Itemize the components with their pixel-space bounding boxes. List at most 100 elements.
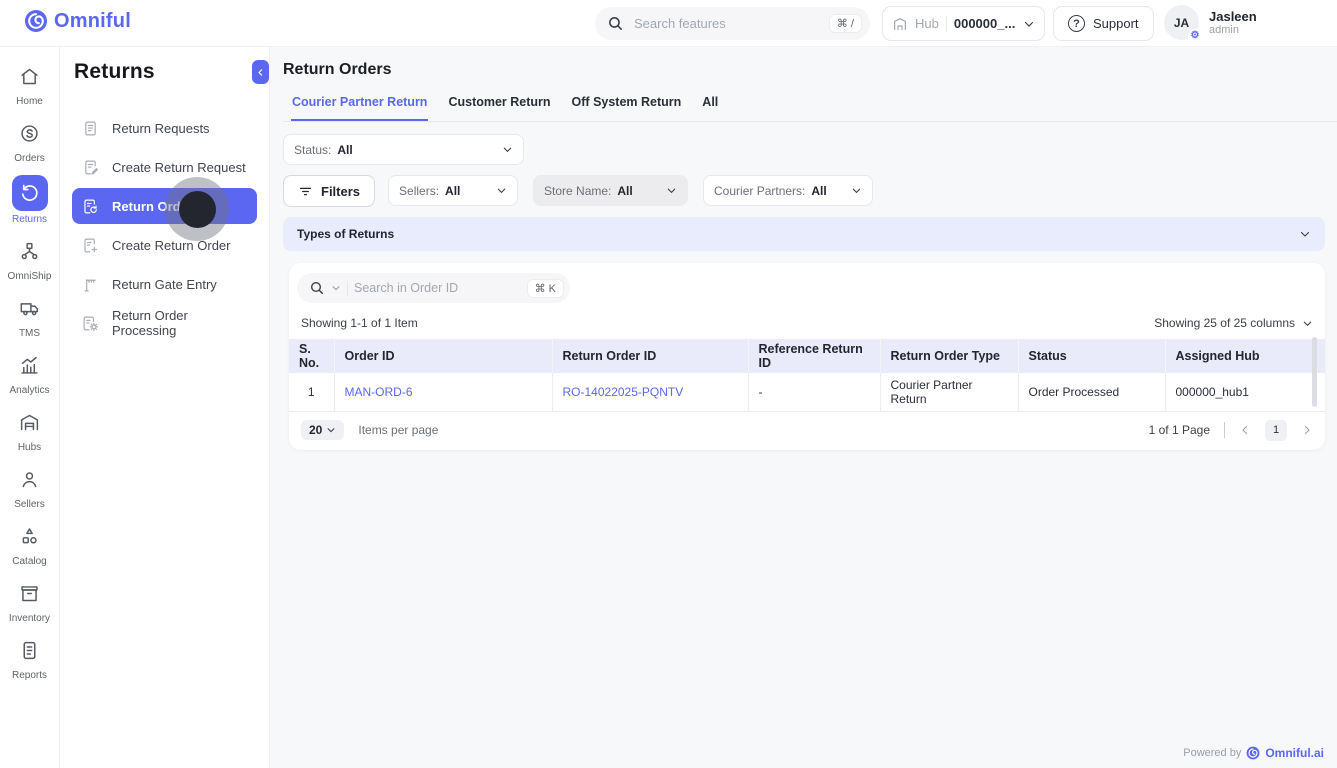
return-orders-table: S. No. Order ID Return Order ID Referenc… (289, 339, 1325, 412)
items-per-page-label: Items per page (358, 423, 439, 437)
home-icon (15, 61, 45, 91)
person-icon (15, 464, 45, 494)
sellers-dropdown[interactable]: Sellers: All (388, 175, 519, 206)
store-name-dropdown[interactable]: Store Name: All (533, 175, 689, 206)
warehouse-icon (15, 407, 45, 437)
powered-by-text: Powered by (1183, 747, 1242, 759)
page-title: Return Orders (283, 61, 392, 78)
return-type-tabs: Courier Partner Return Customer Return O… (283, 95, 1337, 122)
chevron-down-icon (851, 185, 862, 196)
status-dropdown[interactable]: Status: All (283, 134, 524, 165)
nav-item-reports[interactable]: Reports (2, 635, 58, 681)
nav-item-catalog[interactable]: Catalog (2, 521, 58, 567)
tab-all[interactable]: All (701, 95, 719, 121)
nav-item-analytics[interactable]: Analytics (2, 350, 58, 396)
create-return-request-icon (82, 159, 99, 176)
types-of-returns-label: Types of Returns (297, 227, 395, 241)
powered-by-footer: Powered by Omniful.ai (1183, 746, 1324, 760)
footer-brand-link[interactable]: Omniful.ai (1265, 746, 1324, 760)
brand-name: Omniful (54, 9, 131, 32)
pagination-bar: 20 Items per page 1 of 1 Page 1 (289, 412, 1325, 450)
nav-item-returns[interactable]: Returns (2, 175, 58, 225)
hub-selector[interactable]: Hub 000000_... (882, 6, 1045, 41)
tab-customer-return[interactable]: Customer Return (447, 95, 551, 121)
omniful-footer-logo-icon (1246, 746, 1260, 760)
nav-item-orders[interactable]: Orders (2, 118, 58, 164)
returns-sidebar: Returns Return Requests Create Return Re… (60, 47, 270, 768)
hub-label: Hub (915, 16, 939, 31)
sidebar-title: Returns (74, 60, 155, 83)
nav-item-sellers[interactable]: Sellers (2, 464, 58, 510)
table-header-row: S. No. Order ID Return Order ID Referenc… (289, 339, 1325, 373)
chevron-left-icon[interactable] (1239, 424, 1251, 436)
search-field-chevron-icon[interactable] (331, 283, 341, 293)
items-per-page-select[interactable]: 20 (301, 420, 345, 440)
global-search[interactable]: ⌘ / (595, 7, 870, 40)
hub-icon (892, 16, 908, 32)
global-search-input[interactable] (634, 16, 829, 31)
sidebar-collapse-button[interactable] (252, 60, 269, 84)
return-orders-icon (82, 198, 99, 215)
truck-icon (15, 293, 45, 323)
column-visibility-toggle[interactable]: Showing 25 of 25 columns (1154, 316, 1313, 330)
return-requests-icon (82, 120, 99, 137)
col-return-order-id: Return Order ID (552, 339, 749, 373)
sidebar-item-return-orders[interactable]: Return Orders (72, 188, 257, 224)
chevron-down-icon (496, 185, 507, 196)
nav-item-omniship[interactable]: OmniShip (2, 236, 58, 282)
chevron-down-icon (666, 185, 677, 196)
app-root: Omniful ⌘ / Hub 000000_... ? Support (0, 0, 1337, 768)
filters-button[interactable]: Filters (283, 175, 376, 207)
user-menu[interactable]: JA ⚙ Jasleen admin (1164, 5, 1337, 43)
sidebar-item-return-gate-entry[interactable]: Return Gate Entry (72, 266, 257, 302)
sidebar-item-create-return-order[interactable]: Create Return Order (72, 227, 257, 263)
nav-item-hubs[interactable]: Hubs (2, 407, 58, 453)
search-shortcut-badge: ⌘ / (828, 14, 862, 33)
nav-item-inventory[interactable]: Inventory (2, 578, 58, 624)
brand-logo[interactable]: Omniful (24, 9, 131, 33)
analytics-icon (15, 350, 45, 380)
tab-off-system-return[interactable]: Off System Return (571, 95, 683, 121)
nav-item-home[interactable]: Home (2, 61, 58, 107)
cell-return-order-id-link[interactable]: RO-14022025-PQNTV (552, 373, 749, 412)
col-status: Status (1018, 339, 1166, 373)
top-bar: Omniful ⌘ / Hub 000000_... ? Support (0, 0, 1337, 47)
showing-items-text: Showing 1-1 of 1 Item (301, 316, 418, 330)
search-icon (309, 280, 325, 296)
cell-return-order-type: Courier Partner Return (880, 373, 1019, 412)
shapes-icon (15, 521, 45, 551)
chevron-down-icon (1023, 18, 1035, 30)
page-number-button[interactable]: 1 (1265, 419, 1287, 441)
col-return-order-type: Return Order Type (880, 339, 1019, 373)
hub-value: 000000_... (953, 16, 1016, 31)
sidebar-item-label: Create Return Request (112, 159, 246, 175)
user-role: admin (1209, 23, 1239, 36)
chevron-right-icon[interactable] (1301, 424, 1313, 436)
sidebar-item-create-return-request[interactable]: Create Return Request (72, 149, 257, 185)
status-label: Status: (294, 142, 332, 157)
filters-row: Filters Sellers: All Store Name: All Cou… (283, 175, 1337, 207)
chevron-down-icon (502, 144, 513, 155)
order-id-search[interactable]: ⌘ K (297, 273, 570, 303)
sidebar-item-return-order-processing[interactable]: Return Order Processing (72, 305, 257, 341)
search-shortcut-badge: ⌘ K (526, 278, 564, 298)
nav-item-tms[interactable]: TMS (2, 293, 58, 339)
support-button[interactable]: ? Support (1053, 6, 1154, 41)
table-scrollbar[interactable] (1312, 337, 1317, 407)
page-info-text: 1 of 1 Page (1148, 423, 1210, 437)
sidebar-item-label: Return Gate Entry (112, 276, 217, 292)
sidebar-item-label: Return Order Processing (112, 308, 188, 338)
courier-partners-dropdown[interactable]: Courier Partners: All (703, 175, 874, 206)
cell-order-id-link[interactable]: MAN-ORD-6 (334, 373, 553, 412)
status-value: All (337, 142, 353, 157)
cell-assigned-hub: 000000_hub1 (1165, 373, 1325, 412)
returns-icon (11, 175, 48, 211)
filter-icon (298, 184, 313, 199)
types-of-returns-accordion[interactable]: Types of Returns (283, 217, 1325, 251)
sidebar-item-return-requests[interactable]: Return Requests (72, 110, 257, 146)
user-name: Jasleen (1209, 8, 1257, 24)
pagination-divider (1224, 422, 1225, 438)
order-id-search-input[interactable] (354, 281, 521, 295)
tab-courier-partner-return[interactable]: Courier Partner Return (291, 95, 429, 121)
omniship-icon (15, 236, 45, 266)
